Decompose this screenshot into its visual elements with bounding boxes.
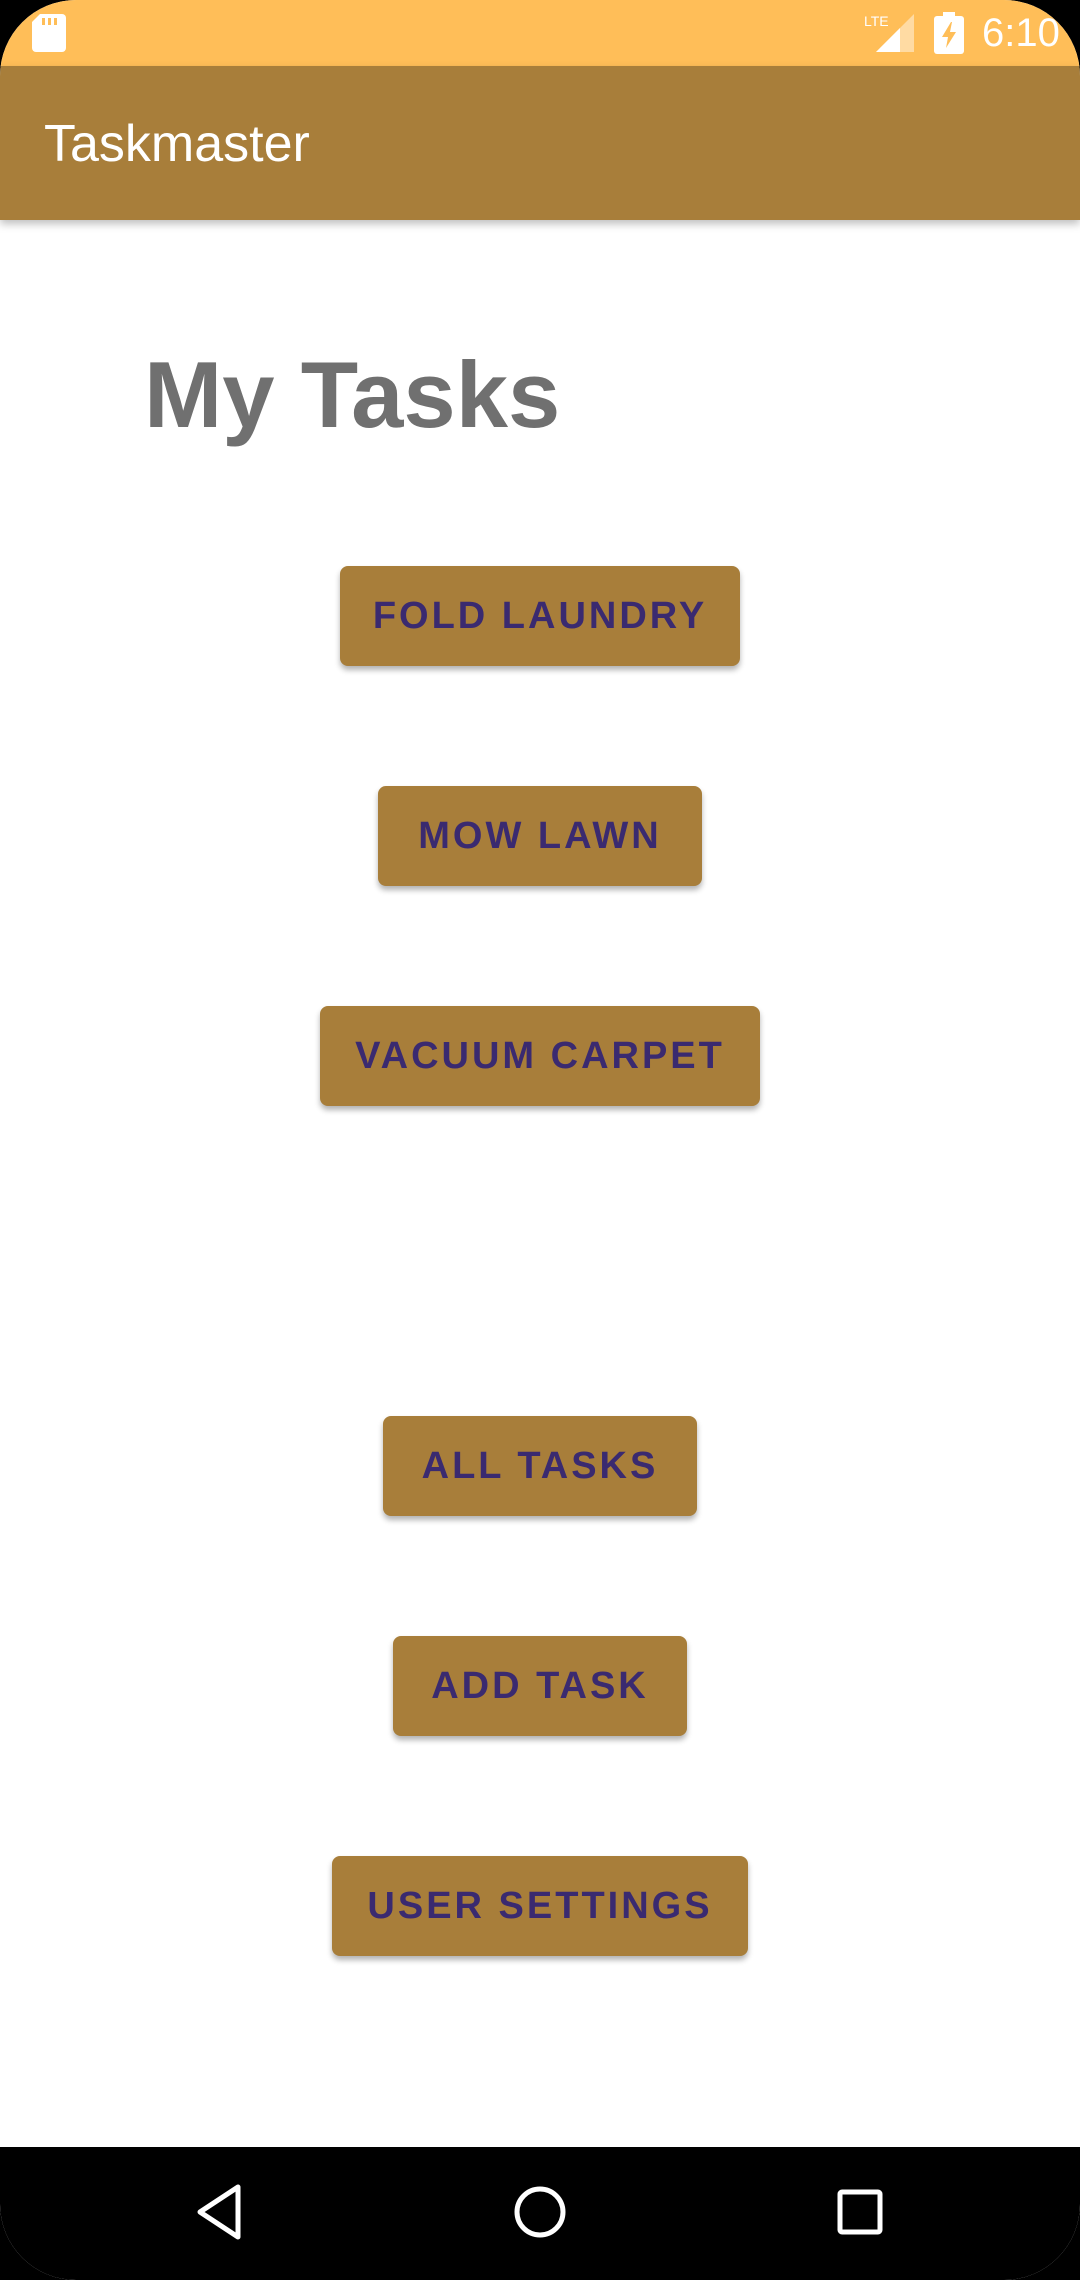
all-tasks-button[interactable]: ALL TASKS — [383, 1416, 697, 1516]
add-task-button[interactable]: ADD TASK — [393, 1636, 687, 1736]
back-icon[interactable] — [186, 2177, 256, 2247]
home-icon[interactable] — [505, 2177, 575, 2247]
navigation-bar — [0, 2147, 1080, 2280]
vacuum-carpet-button[interactable]: VACUUM CARPET — [320, 1006, 760, 1106]
sd-card-icon — [32, 14, 66, 52]
battery-charging-icon — [934, 12, 964, 54]
app-bar: Taskmaster — [0, 66, 1080, 220]
user-settings-button[interactable]: USER SETTINGS — [332, 1856, 748, 1956]
page-title: My Tasks — [144, 342, 561, 447]
phone-screen: LTE 6:10 Taskmaster My Tasks FOLD LAUNDR… — [0, 0, 1080, 2280]
recents-icon[interactable] — [825, 2177, 895, 2247]
fold-laundry-button[interactable]: FOLD LAUNDRY — [340, 566, 740, 666]
signal-icon: LTE — [864, 13, 914, 52]
network-type-label: LTE — [864, 13, 889, 29]
app-title: Taskmaster — [44, 115, 310, 173]
clock: 6:10 — [982, 11, 1060, 55]
mow-lawn-button[interactable]: MOW LAWN — [378, 786, 702, 886]
status-bar: LTE 6:10 — [0, 0, 1080, 66]
